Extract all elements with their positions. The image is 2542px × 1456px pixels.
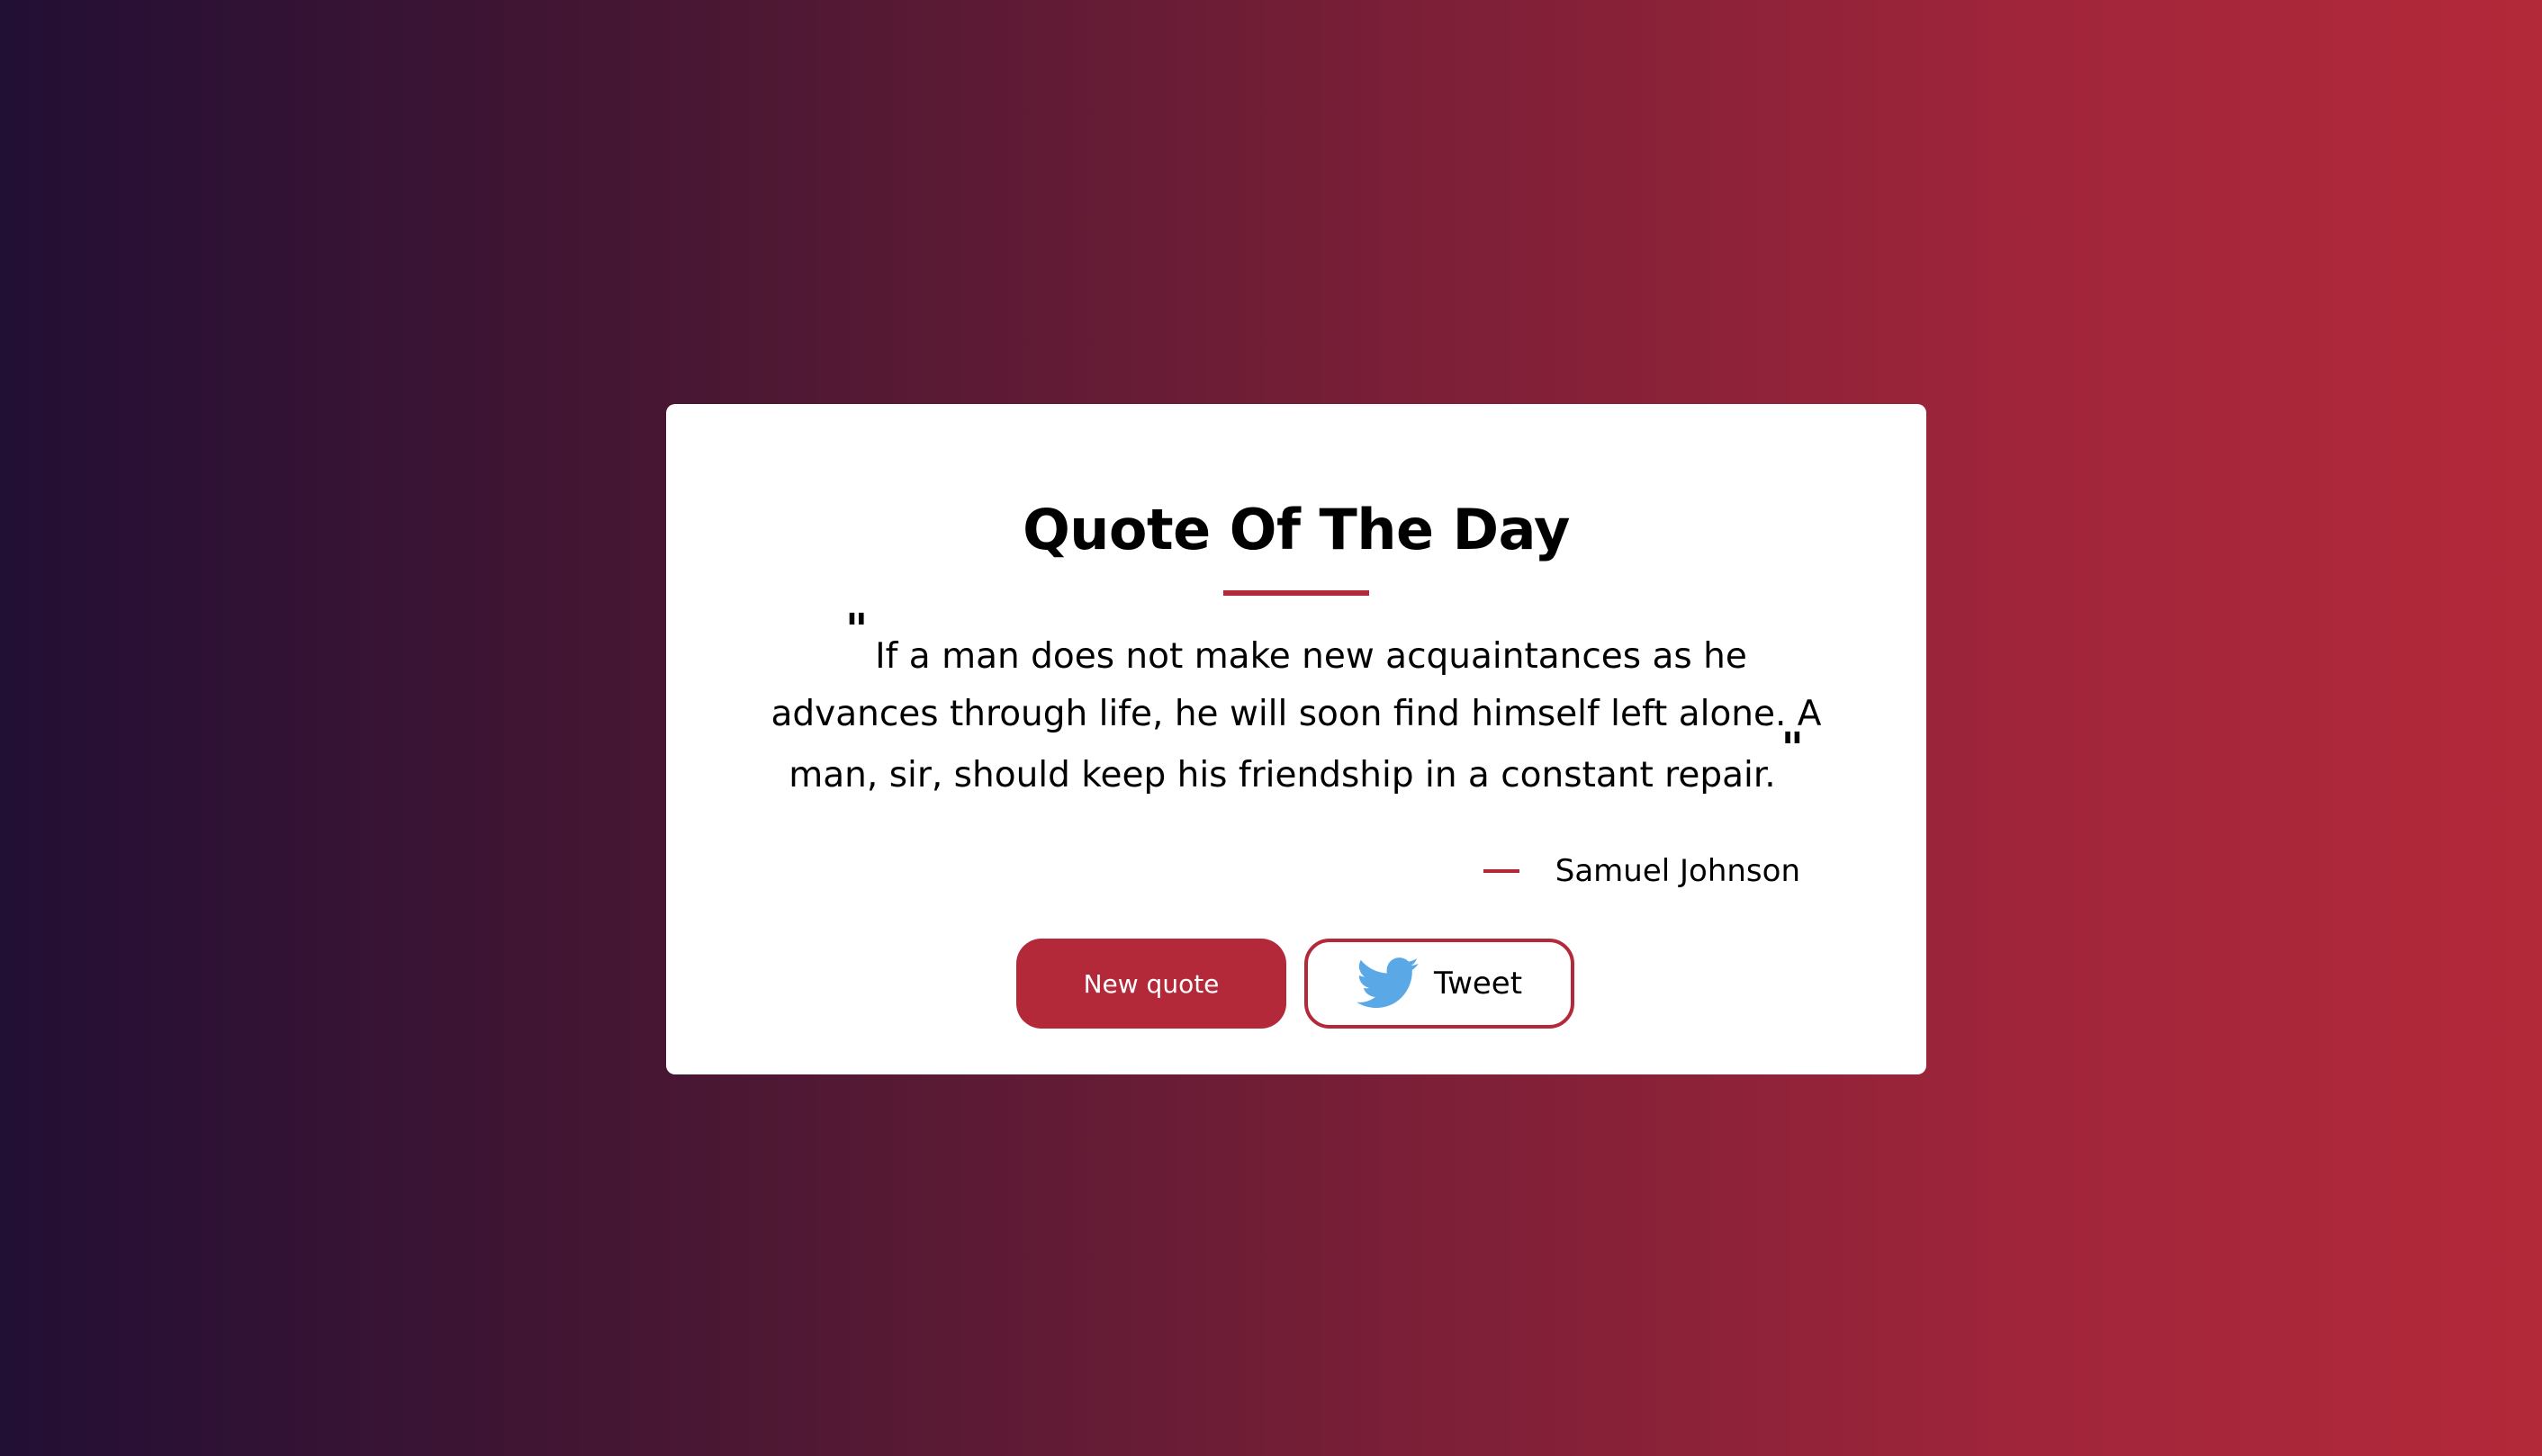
open-quote-mark: " [845, 605, 869, 655]
author-name: Samuel Johnson [1555, 853, 1800, 889]
button-row: New quote Tweet [1016, 939, 1574, 1029]
title-underline [1223, 590, 1369, 596]
quote-card: Quote Of The Day "If a man does not make… [666, 404, 1926, 1074]
twitter-bird-icon [1356, 957, 1419, 1009]
tweet-button[interactable]: Tweet [1304, 939, 1574, 1029]
quote-text-block: "If a man does not make new acquaintance… [756, 605, 1836, 804]
author-dash [1483, 869, 1519, 873]
new-quote-button[interactable]: New quote [1016, 939, 1286, 1029]
new-quote-label: New quote [1083, 968, 1220, 999]
quote-text: If a man does not make new acquaintances… [771, 636, 1822, 795]
author-row: Samuel Johnson [1483, 852, 1800, 890]
page-title: Quote Of The Day [1023, 497, 1570, 562]
close-quote-mark: " [1780, 724, 1804, 774]
tweet-label: Tweet [1433, 966, 1523, 1002]
